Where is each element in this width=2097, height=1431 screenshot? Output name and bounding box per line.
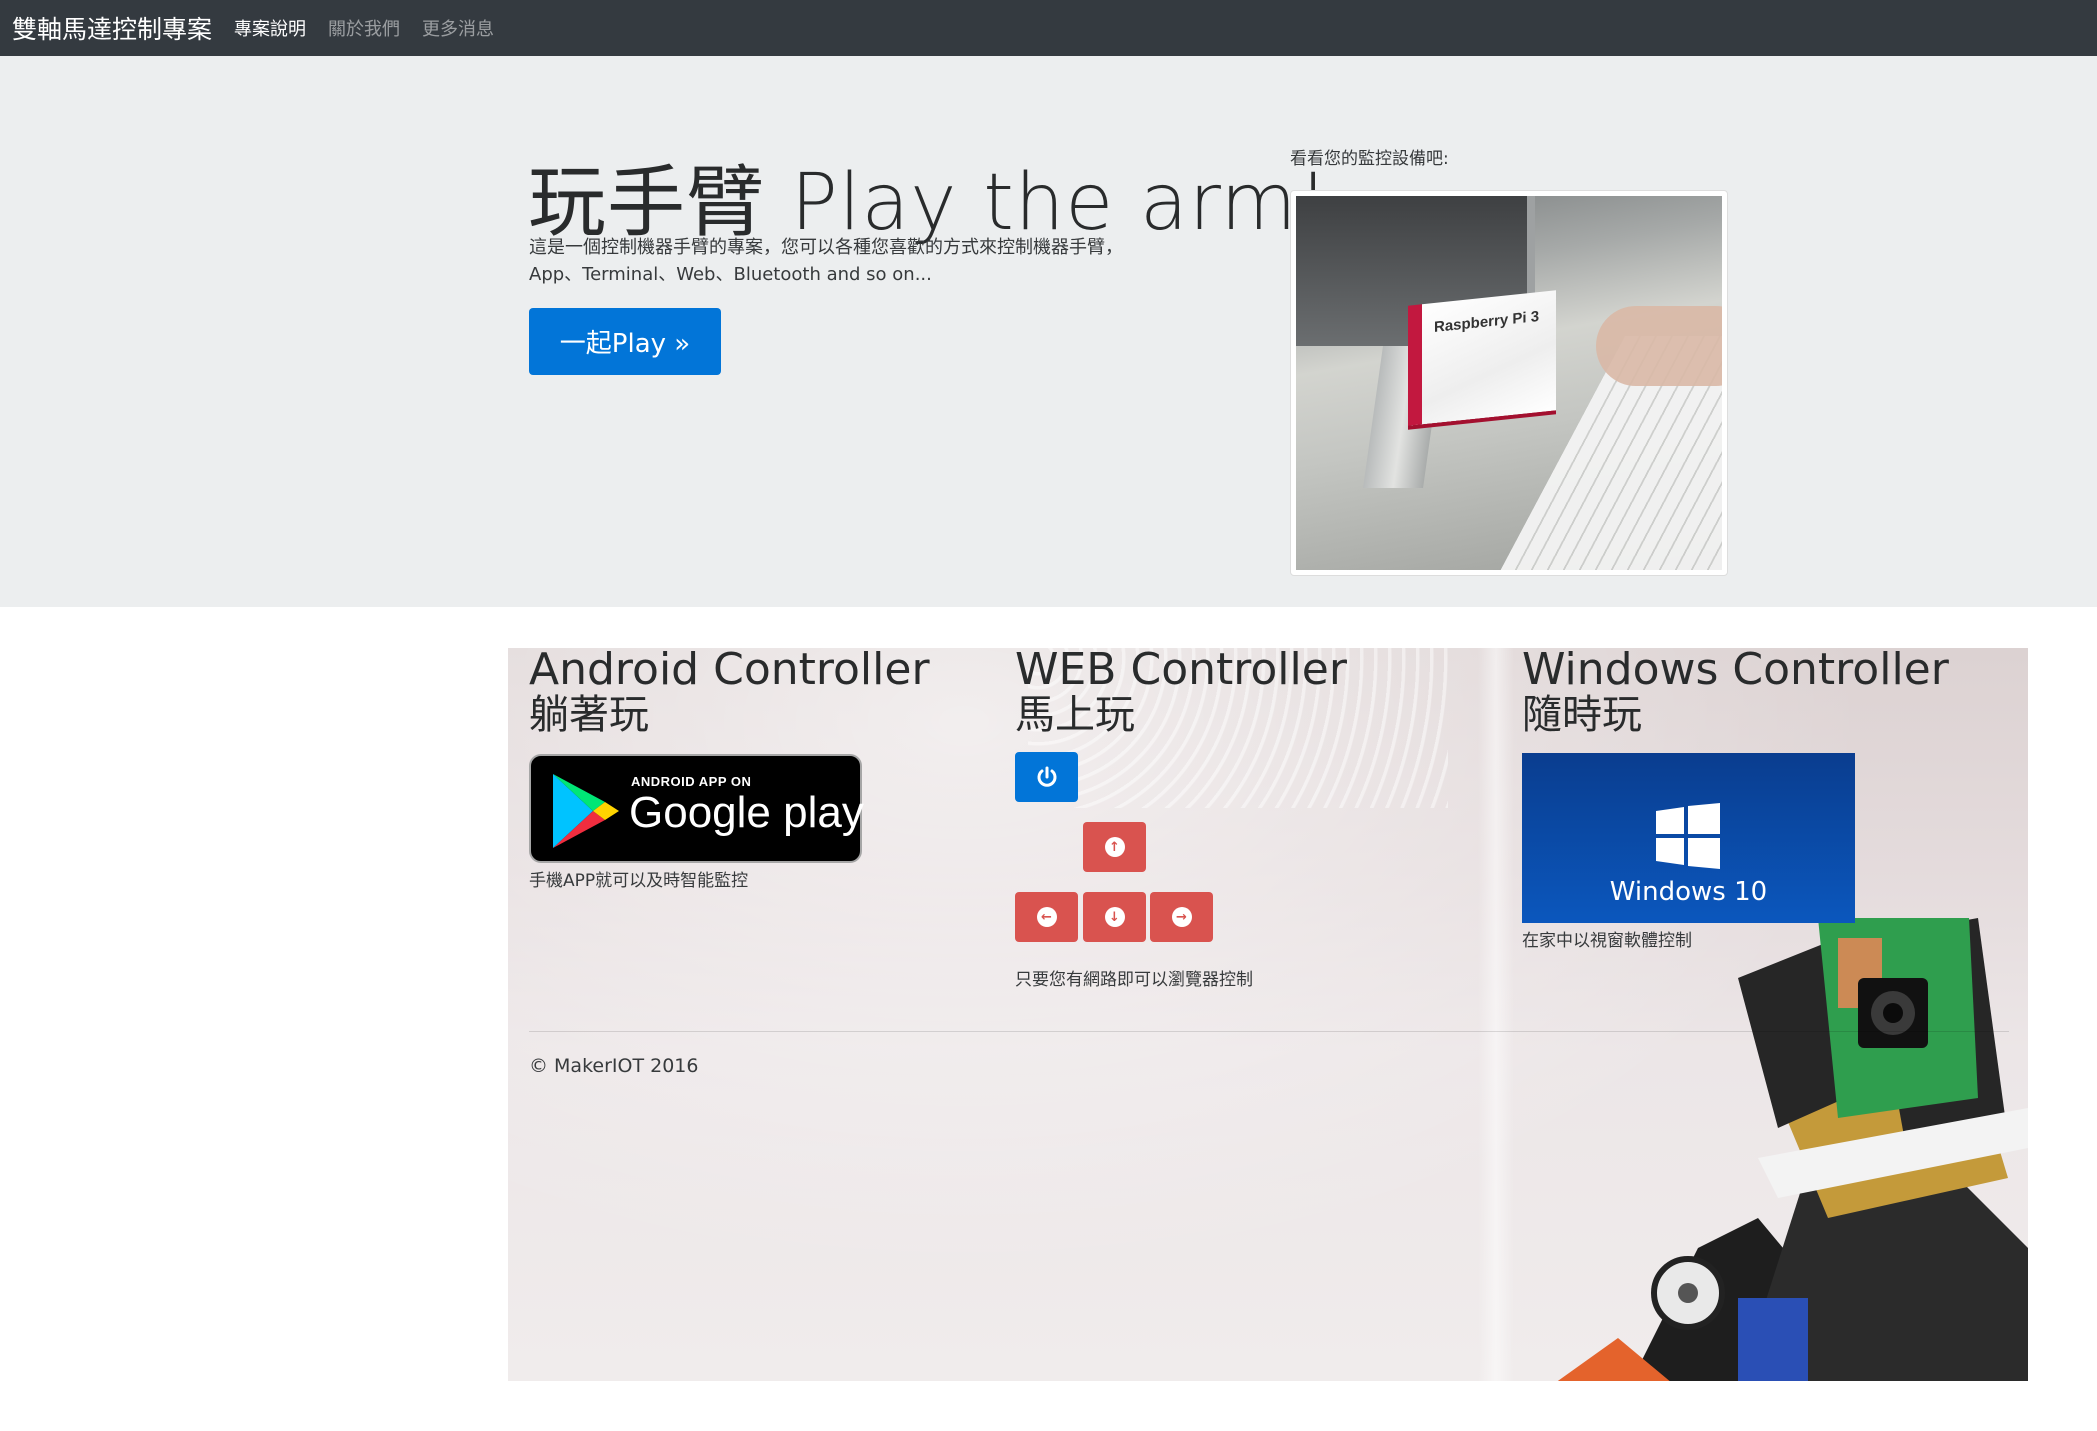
raspberry-pi-box: Raspberry Pi 3 — [1408, 290, 1556, 426]
navbar: 雙軸馬達控制專案 專案說明 關於我們 更多消息 — [0, 0, 2097, 56]
raspberry-pi-box-label: Raspberry Pi 3 — [1434, 308, 1540, 337]
controllers-section: Android Controller 躺著玩 ANDROID APP ON Go… — [508, 648, 2028, 1381]
navbar-brand[interactable]: 雙軸馬達控制專案 — [12, 10, 212, 46]
hero-description: 這是一個控制機器手臂的專案，您可以各種您喜歡的方式來控制機器手臂， App、Te… — [529, 234, 1229, 288]
footer-divider — [529, 1031, 2009, 1032]
android-controller-title: Android Controller — [529, 648, 930, 695]
android-caption: 手機APP就可以及時智能監控 — [529, 871, 749, 891]
power-button[interactable] — [1015, 752, 1078, 802]
arrow-up-icon: ↑ — [1104, 837, 1125, 857]
power-icon — [1037, 766, 1056, 787]
hand-shape — [1596, 306, 1722, 386]
move-right-button[interactable]: → — [1150, 892, 1213, 942]
robot-arm-camera-image — [1557, 918, 2028, 1381]
windows-controller-title: Windows Controller — [1522, 648, 1949, 695]
hero-desc-line-1: 這是一個控制機器手臂的專案，您可以各種您喜歡的方式來控制機器手臂， — [529, 237, 1123, 258]
windows-10-text: Windows 10 — [1609, 877, 1768, 907]
arrow-down-icon: ↓ — [1104, 907, 1125, 927]
android-controller-subtitle: 躺著玩 — [529, 692, 649, 738]
windows-controller-subtitle: 隨時玩 — [1522, 692, 1642, 738]
nav-link-project[interactable]: 專案說明 — [234, 15, 306, 41]
nav-link-news[interactable]: 更多消息 — [422, 15, 494, 41]
windows-10-tile[interactable]: Windows 10 — [1522, 753, 1855, 923]
arrow-right-icon: → — [1171, 907, 1192, 927]
google-play-badge[interactable]: ANDROID APP ON Google play — [529, 754, 864, 863]
google-play-icon — [553, 774, 619, 848]
footer-copyright: © MakerIOT 2016 — [529, 1055, 699, 1077]
monitor-label: 看看您的監控設備吧: — [1290, 149, 1449, 169]
play-together-button[interactable]: 一起Play » — [529, 308, 721, 375]
web-caption: 只要您有網路即可以瀏覽器控制 — [1015, 970, 1253, 990]
web-controller-title: WEB Controller — [1015, 648, 1347, 695]
windows-caption: 在家中以視窗軟體控制 — [1522, 931, 1692, 951]
move-down-button[interactable]: ↓ — [1083, 892, 1146, 942]
web-controller-subtitle: 馬上玩 — [1015, 692, 1135, 738]
google-play-big-text: Google play — [629, 788, 864, 837]
hero-desc-line-2: App、Terminal、Web、Bluetooth and so on... — [529, 264, 932, 285]
nav-link-about[interactable]: 關於我們 — [328, 15, 400, 41]
arrow-left-icon: ← — [1036, 907, 1057, 927]
jumbotron: 玩手臂 Play the arm! 這是一個控制機器手臂的專案，您可以各種您喜歡… — [0, 56, 2097, 607]
google-play-small-text: ANDROID APP ON — [631, 774, 752, 789]
monitor-camera-image: Raspberry Pi 3 — [1296, 196, 1722, 570]
move-left-button[interactable]: ← — [1015, 892, 1078, 942]
monitor-thumbnail[interactable]: Raspberry Pi 3 — [1290, 190, 1728, 576]
windows-logo-icon — [1656, 803, 1720, 869]
move-up-button[interactable]: ↑ — [1083, 822, 1146, 872]
